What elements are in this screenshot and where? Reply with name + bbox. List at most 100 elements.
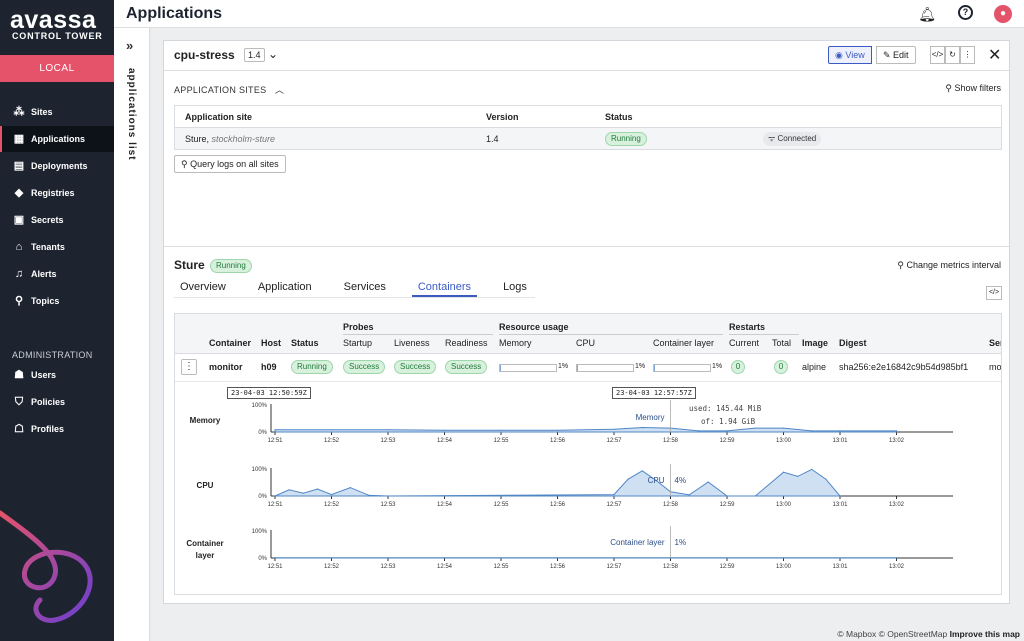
refresh-icon[interactable]: ↻ [945,46,960,64]
data-point [754,427,756,429]
sidebar-item-profiles[interactable]: ☖ Profiles [0,416,114,442]
version-cell: 1.4 [486,133,499,144]
site-cell: Sture, stockholm-sture [175,134,486,144]
x-tick-label: 13:00 [776,438,792,444]
metrics-charts: 23-04-03 12:50:59Z 23-04-03 12:57:57Z Me… [175,382,1002,595]
column-header: Ser [989,338,1001,348]
application-sites-toggle[interactable]: APPLICATION SITES ︿ [174,83,284,96]
y-tick-label: 100% [252,529,268,535]
chevron-down-icon[interactable]: ⌄ [268,47,278,61]
sidebar-item-label: Users [31,370,57,380]
application-panel: cpu-stress 1.4 ⌄ ◉ View ✎ Edit </> ↻ ⋮ ✕… [163,40,1010,604]
x-tick-label: 12:58 [663,564,679,570]
close-icon[interactable]: ✕ [988,45,1001,65]
status-cell: Running [605,131,763,146]
series-area [274,468,842,497]
x-tick-label: 12:59 [719,564,735,570]
code-icon[interactable]: </> [930,46,945,64]
applications-list-label[interactable]: applications list [126,68,137,161]
sidebar-item-alerts[interactable]: ♫ Alerts [0,261,114,287]
row-actions-icon[interactable]: ⋮ [181,359,197,375]
x-tick-label: 12:54 [437,564,453,570]
x-tick-label: 12:52 [324,564,340,570]
data-point [443,429,446,431]
x-tick-label: 12:51 [267,564,283,570]
sidebar-item-applications[interactable]: ▦ Applications [0,126,114,152]
site-status-wrap: Running [210,259,252,273]
memory-usage-label: 1% [558,363,569,370]
code-icon[interactable]: </> [986,286,1002,300]
containers-table: Probes Resource usage Restarts Container… [174,313,1002,595]
table-row[interactable]: ⋮ monitor h09 Running Success Success Su… [175,354,1001,382]
y-tick-label: 100% [252,467,268,473]
x-tick-label: 12:57 [606,438,622,444]
x-tick-label: 12:56 [550,564,566,570]
connection-cell: ᯤ Connected [763,131,822,146]
query-logs-button[interactable]: ⚲ Query logs on all sites [174,155,286,173]
sidebar-item-label: Secrets [31,215,64,225]
sidebar-item-registries[interactable]: ◆ Registries [0,180,114,206]
user-avatar-icon[interactable]: ● [994,5,1012,23]
data-point [500,429,502,431]
sidebar-item-users[interactable]: ☗ Users [0,362,114,388]
probe-badge: Success [445,360,488,374]
column-header: Readiness [445,338,488,348]
sidebar-item-label: Profiles [31,424,65,434]
data-point [274,495,276,497]
sidebar-item-label: Deployments [31,161,88,171]
edit-button[interactable]: ✎ Edit [876,46,916,64]
sidebar-item-secrets[interactable]: ▣ Secrets [0,207,114,233]
change-metrics-interval-button[interactable]: ⚲ Change metrics interval [897,260,1001,271]
show-filters-button[interactable]: ⚲ Show filters [945,83,1001,94]
x-tick-label: 12:55 [493,564,509,570]
probe-badge: Success [394,360,437,374]
improve-map-link[interactable]: Improve this map [950,629,1020,639]
image-name: alpine [802,362,827,372]
readiness-cell: Success [445,360,488,374]
sidebar-item-topics[interactable]: ⚲ Topics [0,288,114,314]
sidebar-item-label: Policies [31,397,66,407]
more-options-icon[interactable]: ⋮ [960,46,975,64]
sidebar-item-policies[interactable]: ⛉ Policies [0,389,114,415]
connection-label: Connected [777,133,817,143]
tab-overview[interactable]: Overview [174,276,232,297]
y-tick-label: 100% [252,403,268,409]
applications-icon: ▦ [13,133,25,145]
tab-containers[interactable]: Containers [411,276,478,297]
edit-button-label: Edit [893,50,909,60]
metrics-chart-svg[interactable]: 100%0%12:51 12:52 12:53 12:54 12:55 12:56 12:5… [175,382,1002,595]
x-tick-label: 13:00 [776,564,792,570]
column-header: CPU [576,338,596,348]
data-point [754,495,756,497]
tab-services[interactable]: Services [338,276,392,297]
data-point [387,495,389,497]
sidebar-item-tenants[interactable]: ⌂ Tenants [0,234,114,260]
search-icon: ⚲ [181,159,191,169]
sidebar-item-label: Tenants [31,242,65,252]
cpu-usage-bar [576,364,634,372]
probes-underline [343,334,493,335]
expand-chevrons-icon[interactable]: » [126,38,133,53]
environment-button[interactable]: LOCAL [0,55,114,82]
x-tick-label: 13:02 [889,564,905,570]
tab-logs[interactable]: Logs [497,276,533,297]
x-tick-label: 13:01 [832,564,848,570]
x-tick-label: 13:02 [889,438,905,444]
view-button[interactable]: ◉ View [828,46,872,64]
tenants-icon: ⌂ [15,241,23,253]
sidebar-item-sites[interactable]: ⁂ Sites [0,99,114,125]
show-filters-label: Show filters [954,83,1001,93]
sidebar-item-deployments[interactable]: ▤ Deployments [0,153,114,179]
layer-usage-label: 1% [712,363,723,370]
bell-icon[interactable]: 🔔︎ [918,6,936,23]
column-header: Memory [499,338,532,348]
tab-application[interactable]: Application [252,276,318,297]
x-tick-label: 12:52 [324,502,340,508]
column-header: Digest [839,338,867,348]
help-icon[interactable]: ? [958,5,973,20]
view-button-label: View [845,50,865,60]
table-row[interactable]: Sture, stockholm-sture 1.4 Running ᯤ Con… [175,128,1001,149]
data-point [797,475,799,477]
y-tick-label: 0% [258,494,267,500]
column-header: Container [209,338,252,348]
